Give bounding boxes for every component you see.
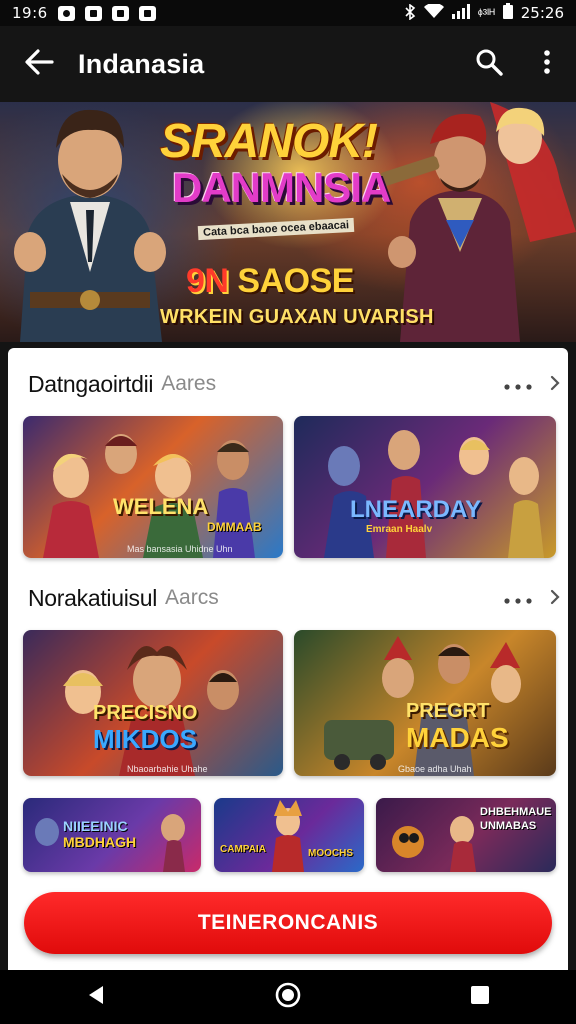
game-card-small[interactable]: NIIEEINIC MBDHAGH (23, 798, 201, 872)
game-card-title: CAMPAIA (220, 844, 266, 855)
hero-title-line1: SRANOK! (160, 115, 378, 168)
square-recents-icon (470, 985, 490, 1010)
notification-icon (138, 5, 156, 21)
game-card-caption: Nbaoarbahie Uhahe (127, 764, 208, 774)
notification-icon (84, 5, 102, 21)
chevron-right-icon[interactable] (550, 585, 560, 611)
game-card-caption: Gbaoe adha Uhah (398, 764, 472, 774)
game-card-title: WELENA (113, 494, 209, 519)
game-card-title: NIIEEINIC (63, 818, 128, 834)
game-card-subtitle: DMMAAB (207, 520, 262, 534)
hero-offer: 9N SAOSE (186, 262, 354, 301)
hero-subtitle: Cata bca baoe ocea ebaacai (197, 217, 355, 241)
system-nav-bar (0, 970, 576, 1024)
triangle-back-icon (87, 985, 105, 1010)
hero-banner[interactable]: SRANOK! DANMNSIA Cata bca baoe ocea ebaa… (0, 102, 576, 342)
game-card-title: LNEARDAY (350, 496, 482, 523)
status-bar: 19:6 ᶲ³ᴵᴴ 25:26 (0, 0, 576, 26)
nav-home-button[interactable] (258, 970, 318, 1024)
section-actions (504, 585, 560, 611)
status-right: ᶲ³ᴵᴴ 25:26 (404, 2, 564, 23)
back-button[interactable] (0, 26, 78, 102)
game-card-subtitle: MBDHAGH (63, 834, 137, 850)
more-horiz-icon[interactable] (504, 587, 532, 610)
app-bar: Indanasia (0, 26, 576, 102)
nav-recents-button[interactable] (450, 970, 510, 1024)
game-card-art (272, 800, 304, 872)
signal-icon (451, 3, 470, 23)
status-clock: 25:26 (520, 4, 564, 22)
hero-offer-number: 9N (186, 262, 229, 300)
game-card[interactable]: PREGRT MADAS Gbaoe adha Uhah (294, 630, 556, 776)
section-header: Datngaoirtdii Aares (28, 364, 560, 404)
status-left: 19:6 (12, 4, 156, 22)
game-card[interactable]: WELENA DMMAAB Mas bansasia Uhidne Uhn (23, 416, 283, 558)
carrier-text: ᶲ³ᴵᴴ (477, 5, 495, 21)
section-subtitle: Aares (161, 372, 217, 395)
section-title: Norakatiuisul (28, 584, 158, 611)
nav-back-button[interactable] (66, 970, 126, 1024)
section-subtitle: Aarcs (165, 586, 219, 609)
notification-icon (57, 5, 75, 21)
battery-icon (502, 3, 513, 23)
game-card-subtitle: MIKDOS (93, 724, 197, 754)
game-card-title: DHBEHMAUE (480, 806, 552, 818)
game-card-small[interactable]: DHBEHMAUE UNMABAS (376, 798, 556, 872)
chevron-right-icon[interactable] (550, 371, 560, 397)
arrow-left-icon (24, 48, 54, 80)
content-panel: Datngaoirtdii Aares WELENA DMMAAB Mas ba… (8, 348, 568, 970)
circle-home-icon (275, 982, 301, 1013)
game-card-subtitle: UNMABAS (480, 820, 537, 832)
game-card-title: PRECISNO (93, 702, 198, 724)
game-card-art (43, 434, 255, 558)
notification-icon (111, 5, 129, 21)
hero-offer-text: SAOSE (237, 262, 354, 300)
game-card-subtitle: MOOCHS (308, 848, 353, 859)
section-header: Norakatiuisul Aarcs (28, 578, 560, 618)
hero-title-line2: DANMNSIA (172, 164, 391, 211)
game-card-small[interactable]: CAMPAIA MOOCHS (214, 798, 364, 872)
game-card[interactable]: LNEARDAY Emraan Haalv (294, 416, 556, 558)
game-card-caption: Mas bansasia Uhidne Uhn (127, 544, 233, 554)
search-icon (475, 48, 503, 81)
app-actions (460, 26, 576, 102)
more-horiz-icon[interactable] (504, 373, 532, 396)
game-card-title: PREGRT (406, 700, 490, 722)
search-button[interactable] (460, 26, 518, 102)
primary-action-button[interactable]: TEINERONCANIS (24, 892, 552, 954)
status-time: 19:6 (12, 4, 48, 22)
game-card-subtitle: Emraan Haalv (366, 524, 433, 535)
hero-tagline: WRKEIN GUAXAN UVARISH (160, 306, 434, 328)
section-actions (504, 371, 560, 397)
wifi-icon (423, 2, 444, 23)
game-card[interactable]: PRECISNO MIKDOS Nbaoarbahie Uhahe (23, 630, 283, 776)
bluetooth-icon (404, 2, 416, 23)
more-vert-icon (543, 49, 551, 80)
section-title: Datngaoirtdii (28, 370, 154, 397)
hero-character-left (14, 109, 166, 342)
game-card-art (324, 430, 544, 558)
app-title: Indanasia (78, 48, 205, 79)
overflow-menu-button[interactable] (518, 26, 576, 102)
game-card-subtitle: MADAS (406, 722, 509, 753)
